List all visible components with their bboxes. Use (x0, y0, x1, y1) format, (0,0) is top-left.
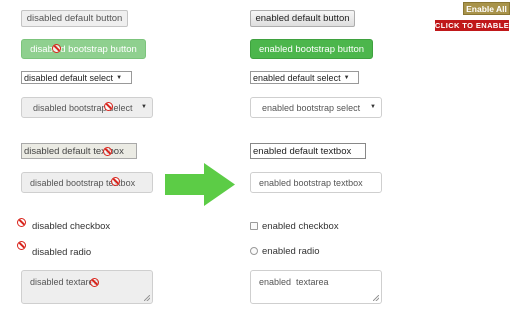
not-allowed-icon (104, 102, 113, 111)
enabled-textarea[interactable]: enabled textarea (250, 270, 382, 304)
disabled-default-select: disabled default select ▼ (21, 71, 132, 84)
resize-grip-icon (144, 295, 150, 301)
textarea-value: disabled textarea (30, 277, 99, 287)
enabled-checkbox[interactable] (250, 222, 258, 230)
disabled-default-textbox: disabled default textbox (21, 143, 137, 159)
not-allowed-icon (90, 278, 99, 287)
not-allowed-icon (52, 44, 61, 53)
enable-all-button[interactable]: Enable All (463, 2, 510, 15)
caret-down-icon: ▼ (343, 74, 350, 81)
select-value: disabled default select (24, 72, 114, 83)
click-to-enable-badge[interactable]: CLICK TO ENABLE (435, 20, 509, 31)
enabled-default-button[interactable]: enabled default button (250, 10, 355, 27)
enabled-radio[interactable] (250, 247, 258, 255)
enabled-checkbox-label[interactable]: enabled checkbox (262, 221, 339, 232)
not-allowed-icon (17, 241, 26, 250)
select-value: disabled bootstrap select (33, 102, 133, 113)
caret-down-icon: ▼ (116, 74, 123, 81)
select-value: enabled default select (253, 72, 341, 83)
enabled-bootstrap-button[interactable]: enabled bootstrap button (250, 39, 373, 59)
not-allowed-icon (17, 218, 26, 227)
disabled-bootstrap-select: disabled bootstrap select ▼ (21, 97, 153, 118)
enabled-default-textbox[interactable]: enabled default textbox (250, 143, 366, 159)
page: Enable All CLICK TO ENABLE disabled defa… (0, 0, 512, 320)
enabled-bootstrap-textbox[interactable]: enabled bootstrap textbox (250, 172, 382, 193)
disabled-bootstrap-textbox: disabled bootstrap textbox (21, 172, 153, 193)
not-allowed-icon (111, 177, 120, 186)
disabled-radio-label: disabled radio (32, 247, 92, 258)
enabled-default-select[interactable]: enabled default select ▼ (250, 71, 359, 84)
select-value: enabled bootstrap select (262, 102, 361, 113)
textarea-value: enabled textarea (259, 277, 329, 287)
resize-grip-icon[interactable] (373, 295, 379, 301)
enabled-bootstrap-select[interactable]: enabled bootstrap select ▼ (250, 97, 382, 118)
caret-down-icon: ▼ (139, 104, 147, 110)
right-arrow-icon (165, 163, 235, 206)
not-allowed-icon (103, 147, 112, 156)
enabled-radio-label[interactable]: enabled radio (262, 246, 320, 257)
caret-down-icon: ▼ (368, 104, 376, 110)
disabled-textarea: disabled textarea (21, 270, 153, 304)
disabled-checkbox-label: disabled checkbox (32, 221, 111, 232)
disabled-bootstrap-button: disabled bootstrap button (21, 39, 146, 59)
disabled-default-button: disabled default button (21, 10, 128, 27)
